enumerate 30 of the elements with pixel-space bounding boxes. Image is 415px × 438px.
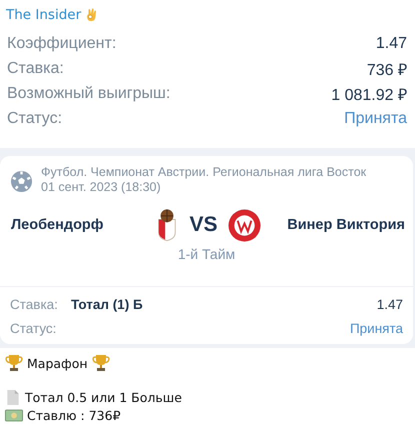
field-label: Статус: [7, 110, 62, 128]
home-team: Леобендорф [11, 217, 104, 233]
soccer-ball-icon [10, 170, 33, 193]
round-crest-icon [228, 208, 261, 242]
message-title: Марафон [27, 356, 88, 370]
shield-crest-icon [156, 208, 178, 242]
match-date: 01 сент. 2023 (18:30) [41, 180, 162, 195]
banknote-icon [5, 408, 23, 422]
trophy-icon [92, 354, 110, 372]
trophy-icon [5, 354, 23, 372]
match-period: 1-й Тайм [176, 246, 236, 264]
field-label: Коэффициент: [7, 34, 116, 52]
field-label: Статус: [10, 320, 56, 336]
field-value: Принята [350, 320, 403, 336]
field-label: Ставка: [10, 296, 58, 312]
field-value: 1.47 [376, 296, 403, 312]
field-value: Принята [344, 110, 407, 128]
bet-type: Тотал (1) Б [70, 296, 143, 312]
document-icon [5, 388, 21, 406]
league-name: Футбол. Чемпионат Австрии. Региональная лига Восток [41, 165, 366, 180]
field-label: Ставка: [7, 60, 64, 78]
message-line: Ставлю : 736₽ [27, 408, 121, 422]
field-label: Возможный выигрыш: [7, 84, 170, 102]
message-line: Тотал 0.5 или 1 Больше [25, 390, 182, 404]
field-value: 1.47 [376, 34, 407, 52]
away-team: Винер Виктория [286, 217, 406, 233]
field-value: 736 ₽ [366, 60, 407, 80]
field-value: 1 081.92 ₽ [331, 86, 407, 104]
channel-name[interactable]: The Insider [6, 7, 82, 23]
versus-label: VS [190, 213, 218, 237]
